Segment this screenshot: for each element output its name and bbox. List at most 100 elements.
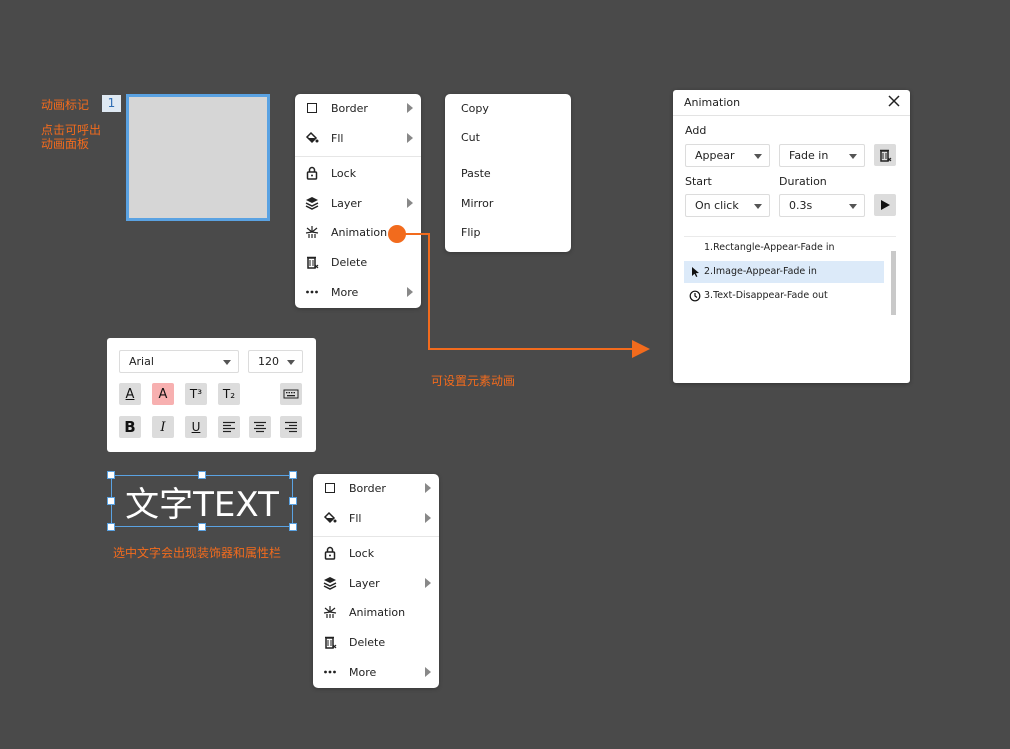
menu-item-layer[interactable]: Layer: [295, 192, 421, 214]
paint-bucket-icon: [305, 131, 319, 145]
duration-select-value: 0.3s: [789, 199, 813, 212]
connector-line: [405, 233, 430, 235]
selected-text-element[interactable]: 文字TEXT: [111, 475, 293, 527]
transition-select-value: Fade in: [789, 149, 829, 162]
chevron-right-icon: [407, 103, 413, 113]
anim-marker-badge[interactable]: 1: [102, 95, 121, 112]
effect-select[interactable]: Appear: [685, 144, 770, 167]
resize-handle[interactable]: [107, 497, 115, 505]
menu-item-label: Layer: [331, 196, 362, 210]
trash-icon: [323, 635, 337, 649]
ellipsis-icon: [323, 665, 337, 679]
start-select[interactable]: On click: [685, 194, 770, 217]
play-button[interactable]: [874, 194, 896, 216]
resize-handle[interactable]: [198, 471, 206, 479]
list-scrollbar[interactable]: [891, 251, 896, 315]
animation-list: 1.Rectangle-Appear-Fade in 2.Image-Appea…: [684, 236, 896, 370]
chevron-down-icon: [849, 154, 857, 159]
firework-icon: [323, 605, 337, 619]
edit-menu-flip[interactable]: Flip: [461, 225, 480, 241]
clock-icon: [689, 290, 701, 302]
anim-marker-label: 动画标记: [41, 98, 90, 112]
keyboard-icon: [283, 389, 299, 399]
effect-select-value: Appear: [695, 149, 735, 162]
panel-title: Animation: [684, 96, 741, 109]
menu-item-delete[interactable]: Delete: [313, 631, 439, 653]
edit-menu-copy[interactable]: Copy: [461, 101, 489, 117]
superscript-button[interactable]: T³: [185, 383, 207, 405]
menu-item-lock[interactable]: Lock: [295, 162, 421, 184]
close-icon[interactable]: [886, 93, 902, 109]
add-label: Add: [685, 124, 707, 137]
animation-list-item[interactable]: 3.Text-Disappear-Fade out: [684, 285, 884, 307]
arrow-head-icon: [632, 340, 650, 358]
menu-item-layer[interactable]: Layer: [313, 572, 439, 594]
align-right-button[interactable]: [280, 416, 302, 438]
font-size-select[interactable]: 120: [248, 350, 303, 373]
layers-icon: [323, 576, 337, 590]
align-left-button[interactable]: [218, 416, 240, 438]
resize-handle[interactable]: [107, 471, 115, 479]
menu-divider: [295, 156, 421, 157]
ellipsis-icon: [305, 285, 319, 299]
align-center-button[interactable]: [249, 416, 271, 438]
lock-icon: [323, 546, 337, 560]
animation-item-label: 1.Rectangle-Appear-Fade in: [704, 242, 835, 253]
animation-connector-dot: [388, 225, 406, 243]
resize-handle[interactable]: [107, 523, 115, 531]
subscript-button[interactable]: T₂: [218, 383, 240, 405]
delete-animation-button[interactable]: [874, 144, 896, 166]
menu-item-delete[interactable]: Delete: [295, 251, 421, 273]
resize-handle[interactable]: [289, 471, 297, 479]
edit-menu-mirror[interactable]: Mirror: [461, 196, 493, 212]
trash-icon: [880, 149, 892, 162]
keyboard-button[interactable]: [280, 383, 302, 405]
menu-item-fill[interactable]: Fll: [313, 507, 439, 529]
menu-item-label: More: [331, 285, 359, 299]
select-text-note: 选中文字会出现装饰器和属性栏: [113, 546, 282, 560]
align-left-icon: [223, 421, 235, 433]
paint-bucket-icon: [323, 511, 337, 525]
menu-item-fill[interactable]: Fll: [295, 127, 421, 149]
highlight-button[interactable]: A: [152, 383, 174, 405]
context-menu: Border Fll Lock Layer Animation Delete M…: [295, 94, 421, 308]
chevron-down-icon: [849, 204, 857, 209]
lock-icon: [305, 166, 319, 180]
click-open-note-line1: 点击可呼出: [41, 123, 102, 137]
animation-list-item[interactable]: 2.Image-Appear-Fade in: [684, 261, 884, 283]
resize-handle[interactable]: [198, 523, 206, 531]
transition-select[interactable]: Fade in: [779, 144, 865, 167]
edit-menu: Copy Cut Paste Mirror Flip: [445, 94, 571, 252]
chevron-right-icon: [407, 133, 413, 143]
chevron-right-icon: [407, 287, 413, 297]
selected-rectangle[interactable]: [126, 94, 270, 221]
menu-item-border[interactable]: Border: [295, 97, 421, 119]
square-border-icon: [323, 481, 337, 495]
font-size-value: 120: [258, 355, 279, 368]
duration-select[interactable]: 0.3s: [779, 194, 865, 217]
menu-item-label: Animation: [349, 605, 406, 619]
animation-list-item[interactable]: 1.Rectangle-Appear-Fade in: [684, 237, 884, 259]
menu-item-label: Border: [349, 481, 386, 495]
font-family-value: Arial: [129, 355, 154, 368]
menu-item-lock[interactable]: Lock: [313, 542, 439, 564]
resize-handle[interactable]: [289, 523, 297, 531]
menu-item-border[interactable]: Border: [313, 477, 439, 499]
align-right-icon: [285, 421, 297, 433]
context-menu-text: Border Fll Lock Layer Animation Delete M…: [313, 474, 439, 688]
chevron-down-icon: [754, 204, 762, 209]
menu-item-label: Fll: [349, 511, 362, 525]
edit-menu-cut[interactable]: Cut: [461, 130, 480, 146]
font-color-button[interactable]: A: [119, 383, 141, 405]
font-family-select[interactable]: Arial: [119, 350, 239, 373]
resize-handle[interactable]: [289, 497, 297, 505]
italic-button[interactable]: I: [152, 416, 174, 438]
bold-button[interactable]: B: [119, 416, 141, 438]
animation-panel: Animation Add Appear Fade in Start Durat…: [673, 90, 910, 383]
menu-item-more[interactable]: More: [313, 661, 439, 683]
edit-menu-paste[interactable]: Paste: [461, 166, 491, 182]
underline-button[interactable]: U: [185, 416, 207, 438]
menu-item-label: Delete: [349, 635, 386, 649]
menu-item-animation[interactable]: Animation: [313, 601, 439, 623]
menu-item-more[interactable]: More: [295, 281, 421, 303]
